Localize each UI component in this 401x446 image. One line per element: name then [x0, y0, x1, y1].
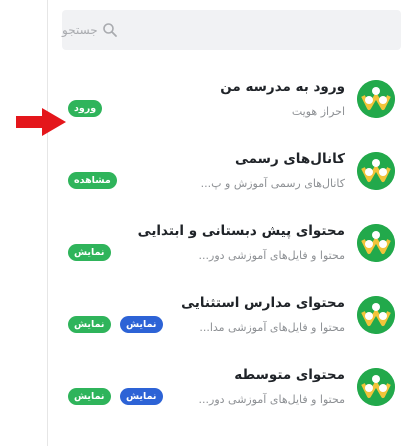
list-item-secondary-content[interactable]: محتوای متوسطه محتوا و فایل‌های آموزشی دو…: [62, 362, 401, 434]
app-logo-icon: [357, 296, 395, 334]
search-icon: [102, 23, 117, 37]
show-button[interactable]: نمایش: [68, 388, 111, 405]
red-arrow-icon: [16, 108, 66, 136]
view-button[interactable]: مشاهده: [68, 172, 117, 189]
show-button[interactable]: نمایش: [68, 316, 111, 333]
login-button[interactable]: ورود: [68, 100, 103, 117]
item-subtitle: احراز هویت: [291, 105, 345, 118]
item-title: کانال‌های رسمی: [234, 151, 345, 167]
app-logo-icon: [357, 80, 395, 118]
panel-divider: [47, 0, 48, 446]
list-item-school-login[interactable]: ورود به مدرسه من احراز هویت ورود: [62, 74, 401, 146]
app-logo-icon: [357, 368, 395, 406]
item-subtitle: محتوا و فایل‌های آموزشی دور...: [198, 249, 345, 262]
item-title: ورود به مدرسه من: [220, 79, 345, 95]
item-subtitle: محتوا و فایل‌های آموزشی مدا...: [199, 321, 345, 334]
search-bar[interactable]: جستجو: [62, 10, 401, 50]
search-placeholder: جستجو: [62, 23, 98, 37]
app-logo-icon: [357, 224, 395, 262]
item-subtitle: کانال‌های رسمی آموزش و پ...: [200, 177, 345, 190]
list-item-preschool-content[interactable]: محتوای پیش دبستانی و ابتدایی محتوا و فای…: [62, 218, 401, 290]
show-button-secondary[interactable]: نمایش: [120, 316, 163, 333]
show-button[interactable]: نمایش: [68, 244, 111, 261]
list-item-special-schools-content[interactable]: محتوای مدارس استثنایی محتوا و فایل‌های آ…: [62, 290, 401, 362]
item-title: محتوای مدارس استثنایی: [181, 295, 345, 311]
app-logo-icon: [357, 152, 395, 190]
item-title: محتوای متوسطه: [234, 367, 345, 383]
item-title: محتوای پیش دبستانی و ابتدایی: [137, 223, 345, 239]
item-subtitle: محتوا و فایل‌های آموزشی دور...: [198, 393, 345, 406]
show-button-secondary[interactable]: نمایش: [120, 388, 163, 405]
left-gutter: [0, 0, 45, 446]
list-item-official-channels[interactable]: کانال‌های رسمی کانال‌های رسمی آموزش و پ.…: [62, 146, 401, 218]
